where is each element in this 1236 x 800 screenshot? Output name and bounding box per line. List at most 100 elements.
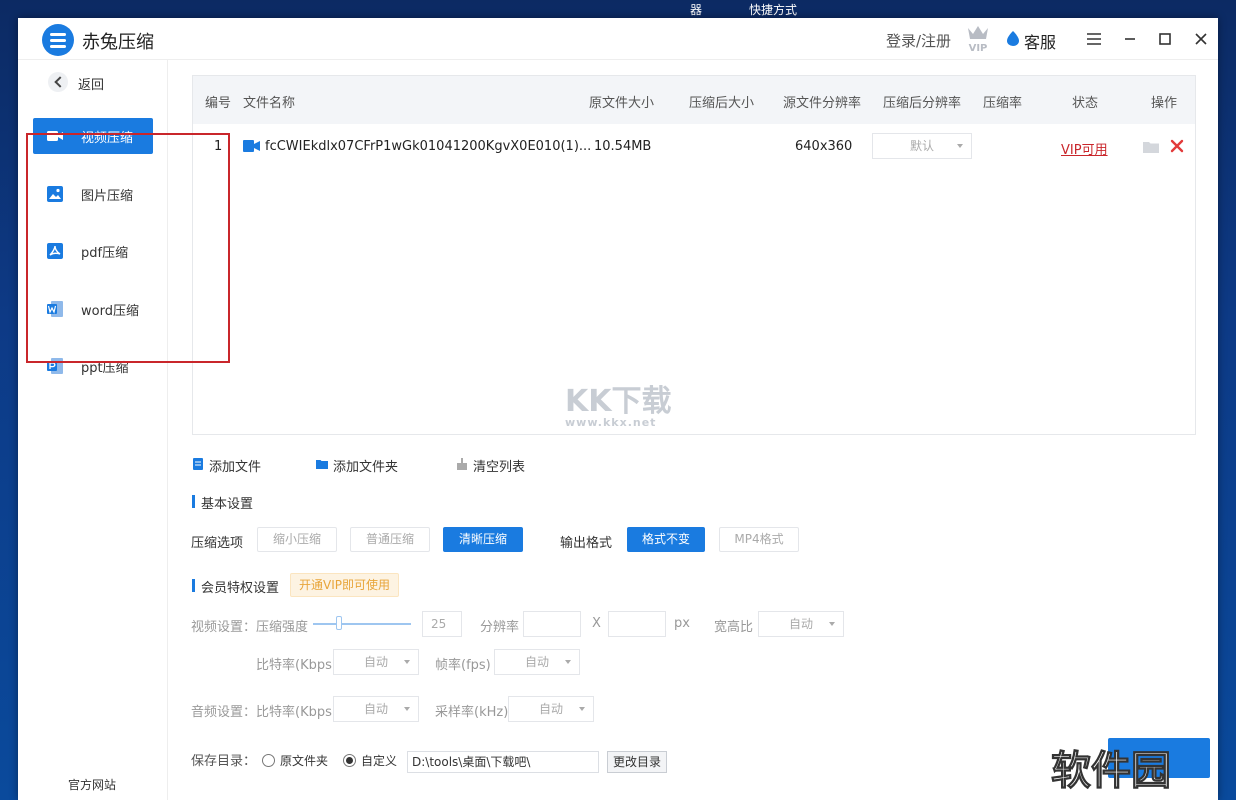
watermark-logo: KK下载 <box>565 384 672 419</box>
add-folder-label: 添加文件夹 <box>333 460 399 475</box>
column-header-actions: 操作 <box>1151 96 1178 111</box>
row-src-res: 640x360 <box>795 139 853 154</box>
app-logo-icon <box>42 24 74 56</box>
format-keep-button[interactable]: 格式不变 <box>627 527 705 552</box>
chevron-left-icon <box>48 72 68 92</box>
resolution-label: 分辨率 <box>480 620 520 635</box>
corner-watermark-text: 软件园 <box>1051 748 1172 795</box>
radio-original-folder[interactable] <box>262 754 275 767</box>
audio-settings-label: 音频设置： <box>191 705 257 720</box>
basic-settings-label: 基本设置 <box>201 497 254 512</box>
folder-icon[interactable] <box>1143 140 1159 153</box>
chevron-down-icon <box>565 660 571 664</box>
save-dir-label: 保存目录： <box>191 754 257 769</box>
vip-text: VIP <box>969 43 988 54</box>
bitrate-label: 比特率(Kbps) <box>256 658 337 673</box>
sample-rate-value: 自动 <box>538 702 563 716</box>
column-header-name: 文件名称 <box>243 96 296 111</box>
broom-icon <box>457 458 467 470</box>
service-icon[interactable] <box>1006 30 1020 46</box>
login-register-link[interactable]: 登录/注册 <box>886 30 951 51</box>
fps-value: 自动 <box>524 655 549 669</box>
audio-bitrate-label: 比特率(Kbps) <box>256 705 337 720</box>
file-icon <box>193 458 203 470</box>
column-header-ratio: 压缩率 <box>983 96 1023 111</box>
column-header-index: 编号 <box>205 96 232 111</box>
file-table: 编号 文件名称 原文件大小 压缩后大小 源文件分辨率 压缩后分辨率 压缩率 状态… <box>192 75 1196 435</box>
option-shrink-button[interactable]: 缩小压缩 <box>257 527 337 552</box>
radio-custom-folder-label: 自定义 <box>361 754 398 768</box>
row-file-name: fcCWIEkdlx07CFrP1wGk01041200KgvX0E010(1)… <box>265 139 592 154</box>
table-header: 编号 文件名称 原文件大小 压缩后大小 源文件分辨率 压缩后分辨率 压缩率 状态… <box>193 76 1195 124</box>
fps-label: 帧率(fps) <box>435 658 491 673</box>
strength-label: 压缩强度 <box>256 620 309 635</box>
row-orig-size: 10.54MB <box>594 139 652 154</box>
highlight-box <box>26 133 230 363</box>
column-header-comp-res: 压缩后分辨率 <box>883 96 962 111</box>
folder-icon <box>316 460 328 469</box>
compressed-resolution-select[interactable]: 默认 <box>872 133 972 159</box>
corner-watermark: 软件园 <box>985 738 1235 800</box>
radio-original-folder-label: 原文件夹 <box>280 754 329 768</box>
aspect-ratio-label: 宽高比 <box>714 620 754 635</box>
column-header-comp-size: 压缩后大小 <box>689 96 755 111</box>
aspect-ratio-value: 自动 <box>788 617 813 631</box>
desktop-item[interactable]: 器 <box>690 1 702 18</box>
vip-required-badge[interactable]: 开通VIP即可使用 <box>290 573 399 597</box>
vip-crown-icon[interactable]: VIP <box>965 24 991 54</box>
watermark-url: www.kkx.net <box>565 416 657 429</box>
customer-service-link[interactable]: 客服 <box>1024 29 1056 53</box>
column-header-status: 状态 <box>1072 96 1099 111</box>
output-format-label: 输出格式 <box>560 536 613 551</box>
column-header-src-res: 源文件分辨率 <box>783 96 862 111</box>
aspect-ratio-select[interactable]: 自动 <box>758 611 844 637</box>
strength-input[interactable]: 25 <box>422 611 462 637</box>
strength-slider[interactable] <box>313 623 411 625</box>
clear-list-label: 清空列表 <box>473 460 526 475</box>
sample-rate-label: 采样率(kHz) <box>435 705 509 720</box>
compressed-resolution-value: 默认 <box>909 139 934 153</box>
column-header-orig-size: 原文件大小 <box>589 96 655 111</box>
desktop-strip: 器 快捷方式 <box>0 0 1236 18</box>
compress-option-label: 压缩选项 <box>191 536 244 551</box>
official-website-link[interactable]: 官方网站 <box>68 776 116 793</box>
option-normal-button[interactable]: 普通压缩 <box>350 527 430 552</box>
member-settings-label: 会员特权设置 <box>201 581 280 596</box>
table-row[interactable]: 1 fcCWIEkdlx07CFrP1wGk01041200KgvX0E010(… <box>193 126 1195 166</box>
resolution-height-input[interactable] <box>608 611 666 637</box>
menu-icon[interactable] <box>1081 26 1107 52</box>
app-window: 赤兔压缩 登录/注册 VIP 客服 返回 视频压缩 图片压缩 pdf压缩 wor… <box>18 18 1218 800</box>
save-path-input[interactable]: D:\tools\桌面\下载吧\ <box>407 751 599 773</box>
strength-slider-handle[interactable] <box>336 616 342 630</box>
title-bar: 赤兔压缩 登录/注册 VIP 客服 <box>18 18 1218 60</box>
back-label: 返回 <box>78 78 105 93</box>
desktop-shortcut-item[interactable]: 快捷方式 <box>749 1 797 18</box>
video-settings-label: 视频设置： <box>191 620 257 635</box>
fps-select[interactable]: 自动 <box>494 649 580 675</box>
radio-custom-folder[interactable] <box>343 754 356 767</box>
resolution-x: X <box>592 616 601 631</box>
option-clear-button[interactable]: 清晰压缩 <box>443 527 523 552</box>
resolution-width-input[interactable] <box>523 611 581 637</box>
video-file-icon <box>243 140 260 152</box>
bitrate-value: 自动 <box>363 655 388 669</box>
format-mp4-button[interactable]: MP4格式 <box>719 527 799 552</box>
audio-bitrate-select[interactable]: 自动 <box>333 696 419 722</box>
chevron-down-icon <box>404 660 410 664</box>
app-title: 赤兔压缩 <box>82 32 154 53</box>
delete-icon[interactable] <box>1170 139 1184 153</box>
change-directory-button[interactable]: 更改目录 <box>607 751 667 773</box>
chevron-down-icon <box>579 707 585 711</box>
maximize-icon[interactable] <box>1152 26 1178 52</box>
minimize-icon[interactable] <box>1117 26 1143 52</box>
close-icon[interactable] <box>1188 26 1214 52</box>
chevron-down-icon <box>957 144 963 148</box>
add-file-label: 添加文件 <box>209 460 262 475</box>
vip-available-link[interactable]: VIP可用 <box>1061 139 1108 158</box>
chevron-down-icon <box>404 707 410 711</box>
bitrate-select[interactable]: 自动 <box>333 649 419 675</box>
audio-bitrate-value: 自动 <box>363 702 388 716</box>
resolution-unit: px <box>674 616 690 631</box>
watermark-people-icon <box>985 747 1048 794</box>
sample-rate-select[interactable]: 自动 <box>508 696 594 722</box>
